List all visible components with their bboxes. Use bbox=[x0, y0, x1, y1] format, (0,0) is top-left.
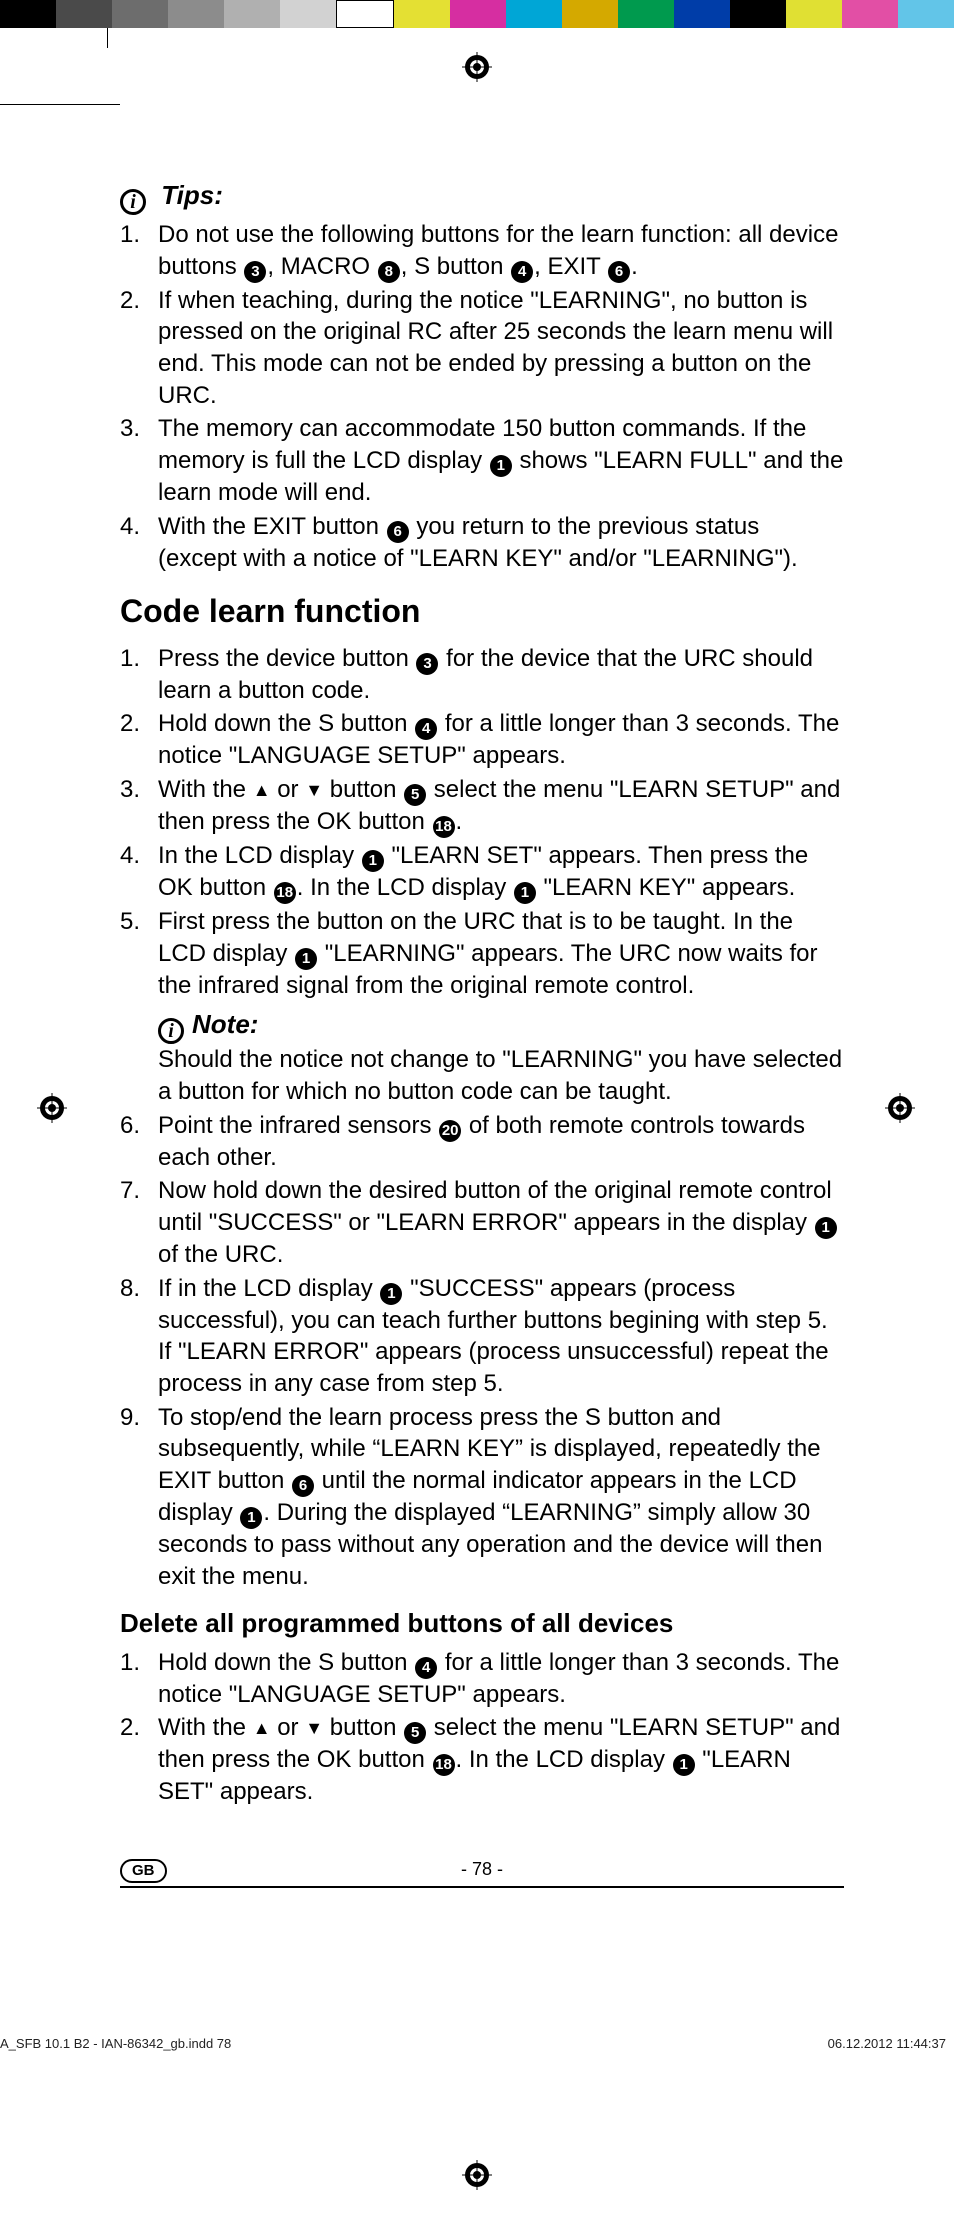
circled-number-icon: 1 bbox=[380, 1283, 402, 1305]
circled-number-icon: 1 bbox=[295, 948, 317, 970]
list-item: First press the button on the URC that i… bbox=[120, 906, 844, 1108]
tips-item: With the EXIT button 6 you return to the… bbox=[120, 511, 844, 575]
circled-number-icon: 1 bbox=[362, 850, 384, 872]
tips-item: Do not use the following buttons for the… bbox=[120, 219, 844, 283]
list-item: Now hold down the desired button of the … bbox=[120, 1175, 844, 1270]
down-arrow-icon: ▼ bbox=[305, 779, 323, 803]
code-learn-heading: Code learn function bbox=[120, 590, 844, 632]
registration-mark-icon bbox=[462, 2160, 492, 2190]
circled-number-icon: 5 bbox=[404, 784, 426, 806]
delete-all-list: Hold down the S button 4 for a little lo… bbox=[120, 1647, 844, 1808]
tips-list: Do not use the following buttons for the… bbox=[120, 219, 844, 574]
list-item: With the ▲ or ▼ button 5 select the menu… bbox=[120, 1712, 844, 1808]
circled-number-icon: 18 bbox=[433, 816, 455, 838]
circled-number-icon: 8 bbox=[378, 261, 400, 283]
list-item: If in the LCD display 1 "SUCCESS" appear… bbox=[120, 1273, 844, 1400]
circled-number-icon: 4 bbox=[415, 1657, 437, 1679]
circled-number-icon: 20 bbox=[439, 1120, 461, 1142]
circled-number-icon: 1 bbox=[514, 882, 536, 904]
circled-number-icon: 3 bbox=[416, 653, 438, 675]
info-icon: i bbox=[120, 189, 146, 215]
tips-item: If when teaching, during the notice "LEA… bbox=[120, 285, 844, 412]
code-learn-list: Press the device button 3 for the device… bbox=[120, 643, 844, 1593]
note-heading: iNote: bbox=[158, 1009, 258, 1039]
list-item: With the ▲ or ▼ button 5 select the menu… bbox=[120, 774, 844, 838]
up-arrow-icon: ▲ bbox=[253, 779, 271, 803]
circled-number-icon: 18 bbox=[433, 1754, 455, 1776]
circled-number-icon: 4 bbox=[511, 261, 533, 283]
page-content: i Tips: Do not use the following buttons… bbox=[0, 28, 954, 1948]
info-icon: i bbox=[158, 1018, 184, 1044]
note-text: Should the notice not change to "LEARNIN… bbox=[158, 1046, 842, 1105]
list-item: Hold down the S button 4 for a little lo… bbox=[120, 708, 844, 772]
circled-number-icon: 5 bbox=[404, 1722, 426, 1744]
page-footer: GB - 78 - bbox=[120, 1858, 844, 1888]
imprint-file: A_SFB 10.1 B2 - IAN-86342_gb.indd 78 bbox=[0, 2036, 231, 2051]
tips-heading: i Tips: bbox=[120, 178, 844, 215]
list-item: Hold down the S button 4 for a little lo… bbox=[120, 1647, 844, 1711]
list-item: Point the infrared sensors 20 of both re… bbox=[120, 1110, 844, 1174]
circled-number-icon: 6 bbox=[608, 261, 630, 283]
page-number: - 78 - bbox=[461, 1859, 503, 1879]
circled-number-icon: 4 bbox=[415, 718, 437, 740]
imprint-line: A_SFB 10.1 B2 - IAN-86342_gb.indd 78 06.… bbox=[0, 1948, 954, 2059]
circled-number-icon: 1 bbox=[815, 1217, 837, 1239]
list-item: To stop/end the learn process press the … bbox=[120, 1402, 844, 1593]
circled-number-icon: 1 bbox=[673, 1754, 695, 1776]
up-arrow-icon: ▲ bbox=[253, 1717, 271, 1741]
list-item: Press the device button 3 for the device… bbox=[120, 643, 844, 707]
down-arrow-icon: ▼ bbox=[305, 1717, 323, 1741]
region-badge: GB bbox=[120, 1859, 167, 1883]
tips-heading-text: Tips: bbox=[161, 180, 223, 210]
list-item: In the LCD display 1 "LEARN SET" appears… bbox=[120, 840, 844, 904]
circled-number-icon: 3 bbox=[244, 261, 266, 283]
circled-number-icon: 6 bbox=[292, 1475, 314, 1497]
circled-number-icon: 6 bbox=[387, 521, 409, 543]
circled-number-icon: 1 bbox=[240, 1507, 262, 1529]
circled-number-icon: 1 bbox=[490, 455, 512, 477]
imprint-timestamp: 06.12.2012 11:44:37 bbox=[828, 2036, 946, 2051]
circled-number-icon: 18 bbox=[274, 882, 296, 904]
delete-all-heading: Delete all programmed buttons of all dev… bbox=[120, 1606, 844, 1640]
tips-item: The memory can accommodate 150 button co… bbox=[120, 413, 844, 508]
color-calibration-bar bbox=[0, 0, 954, 28]
